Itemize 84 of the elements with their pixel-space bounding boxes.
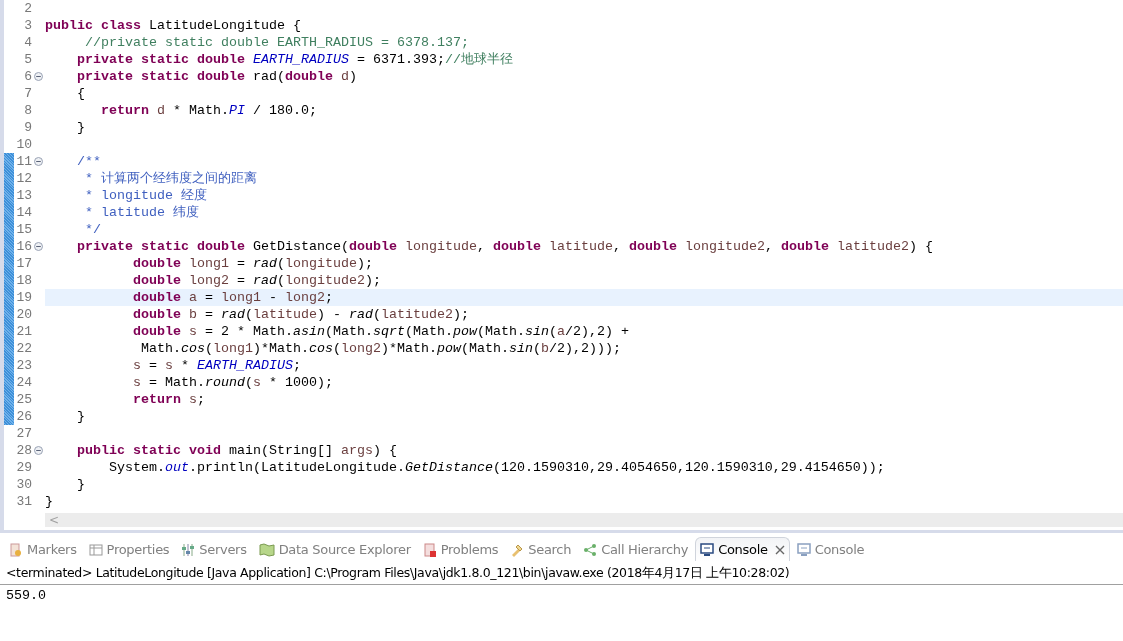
view-tab[interactable]: Servers [176,537,252,561]
marker-icon [9,542,23,557]
code-line: s = s * EARTH_RADIUS; [131,357,301,374]
view-tab[interactable]: Data Source Explorer [253,537,416,561]
line-number: 26 [15,408,32,425]
code-line: * longitude 经度 [84,187,207,204]
code-line: private static double rad(double d) [76,68,357,85]
line-number: 8 [23,102,32,119]
code-line: */ [84,221,101,238]
collapse-icon[interactable] [34,446,43,455]
collapse-icon[interactable] [34,242,43,251]
line-number: 5 [23,51,32,68]
flashlight-icon [510,542,525,557]
code-line: } [76,476,85,493]
view-tab[interactable]: Problems [417,537,504,561]
view-tab[interactable]: Console [791,537,870,561]
line-number: 7 [23,85,32,102]
line-number: 27 [15,425,32,442]
hierarchy-icon [583,542,598,557]
code-line: Math.cos(long1)*Math.cos(long2)*Math.pow(Math.sin(b/2),2))); [139,340,621,357]
code-line: private static double GetDistance(double longitude, double latitude, double longitude2, double latitude2) { [76,238,933,255]
sliders-icon [181,542,196,557]
code-line: //private static double EARTH_RADIUS = 6378.137; [84,34,469,51]
code-line: public static void main(String[] args) { [76,442,397,459]
line-number: 30 [15,476,32,493]
error-document-icon [422,542,437,557]
table-icon [88,542,103,557]
line-number: 31 [15,493,32,510]
line-number: 11 [15,153,32,170]
code-line: System.out.println(LatitudeLongitude.GetDistance(120.1590310,29.4054650,120.1590310,29.4154650)); [108,459,885,476]
code-line: * latitude 纬度 [84,204,199,221]
line-number: 13 [15,187,32,204]
line-number: 6 [23,68,32,85]
line-number: 3 [23,17,32,34]
code-line: } [76,119,85,136]
code-line: double long2 = rad(longitude2); [131,272,381,289]
line-number: 10 [15,136,32,153]
line-number: 2 [23,0,32,17]
code-line: } [76,408,85,425]
view-tab[interactable]: Properties [83,537,175,561]
line-number: 28 [15,442,32,459]
line-number: 12 [15,170,32,187]
code-line: double long1 = rad(longitude); [131,255,373,272]
line-number: 9 [23,119,32,136]
code-line: return s; [131,391,205,408]
code-line: double s = 2 * Math.asin(Math.sqrt(Math.pow(Math.sin(a/2),2) + [131,323,629,340]
map-icon [258,542,275,557]
view-tab[interactable]: Search [505,537,577,561]
line-number: 15 [15,221,32,238]
view-tab[interactable]: Markers [4,537,82,561]
monitor-icon [796,542,811,557]
line-number: 18 [15,272,32,289]
line-number: 21 [15,323,32,340]
code-line: private static double EARTH_RADIUS = 6371.393;//地球半径 [76,51,513,68]
line-number: 25 [15,391,32,408]
line-number: 24 [15,374,32,391]
close-icon[interactable] [774,544,785,555]
code-line: /** [76,153,101,170]
line-number: 23 [15,357,32,374]
line-number: 20 [15,306,32,323]
code-line: s = Math.round(s * 1000); [131,374,333,391]
line-number: 16 [15,238,32,255]
view-tab[interactable]: Console [695,537,790,561]
scroll-left-arrow[interactable]: < [45,513,60,527]
line-number: 19 [15,289,32,306]
horizontal-scrollbar[interactable]: < [45,513,1123,527]
code-line: double a = long1 - long2; [131,289,333,306]
line-number: 22 [15,340,32,357]
line-number: 14 [15,204,32,221]
code-line: return d * Math.PI / 180.0; [100,102,317,119]
console-output: 559.0 [5,587,47,605]
code-line: { [76,85,85,102]
view-tab[interactable]: Call Hierarchy [578,537,694,561]
line-number: 17 [15,255,32,272]
collapse-icon[interactable] [34,72,43,81]
line-number: 4 [23,34,32,51]
code-line: } [45,493,53,510]
console-header: <terminated> LatitudeLongitude [Java Application] C:\Program Files\Java\jdk1.8.0_121\bin\javaw.exe (2018年4月17日 上午10:28:02) [0,561,1123,585]
code-line: double b = rad(latitude) - rad(latitude2); [131,306,469,323]
code-line: public class LatitudeLongitude { [45,17,301,34]
monitor-icon [700,542,715,557]
code-line: * 计算两个经纬度之间的距离 [84,170,257,187]
line-number: 29 [15,459,32,476]
collapse-icon[interactable] [34,157,43,166]
